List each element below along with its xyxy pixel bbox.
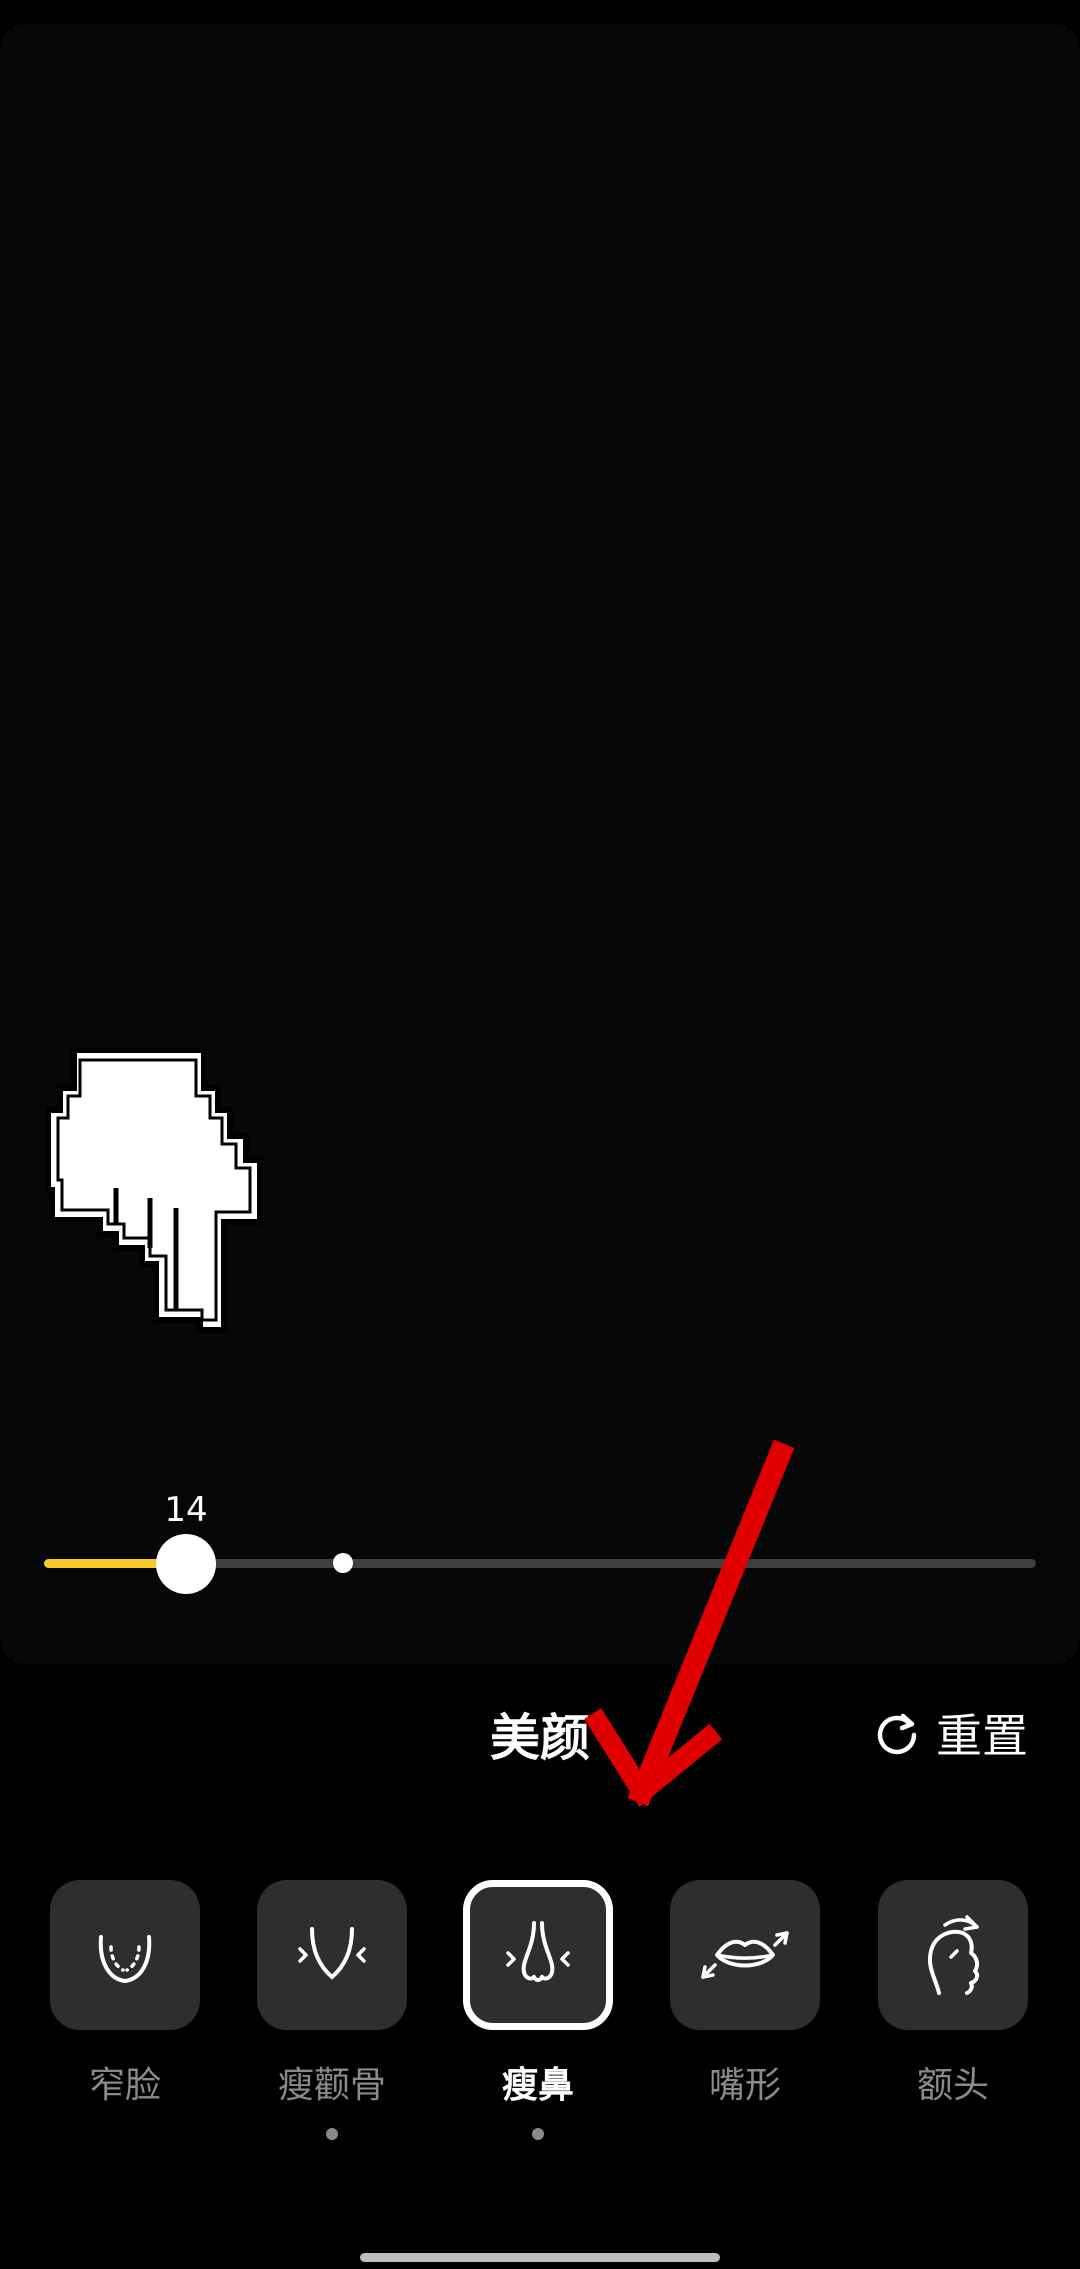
tool-mouth-shape[interactable]: 嘴形 xyxy=(670,1880,820,2108)
nose-icon xyxy=(506,1921,570,1982)
tool-label: 额头 xyxy=(916,2065,989,2106)
tool-box[interactable] xyxy=(670,1880,820,2030)
tool-label: 瘦颧骨 xyxy=(277,2065,386,2106)
tool-label: 窄脸 xyxy=(88,2065,161,2106)
refresh-icon xyxy=(877,1713,917,1755)
slider-thumb[interactable] xyxy=(156,1534,216,1594)
photo-preview[interactable] xyxy=(0,24,1080,1664)
narrow-face-icon xyxy=(98,1935,152,1984)
tool-box[interactable] xyxy=(878,1880,1028,2030)
tool-cheekbone[interactable]: 瘦颧骨 xyxy=(257,1880,407,2140)
tool-label: 瘦鼻 xyxy=(501,2065,574,2106)
home-indicator[interactable] xyxy=(360,2253,720,2262)
tool-box[interactable] xyxy=(257,1880,407,2030)
tool-slim-nose[interactable]: 瘦鼻 xyxy=(463,1880,613,2140)
modified-indicator-dot xyxy=(326,2128,338,2140)
lips-icon xyxy=(701,1931,789,1979)
tool-label: 嘴形 xyxy=(708,2065,781,2106)
forehead-icon xyxy=(928,1915,980,1995)
reset-label: 重置 xyxy=(936,1709,1028,1763)
tool-narrow-face[interactable]: 窄脸 xyxy=(50,1880,200,2108)
tool-box-selected[interactable] xyxy=(463,1880,613,2030)
modified-indicator-dot xyxy=(532,2128,544,2140)
slider-value-label: 14 xyxy=(164,1490,208,1530)
slider-default-marker xyxy=(333,1553,353,1573)
cheekbone-icon xyxy=(298,1927,366,1980)
reset-button[interactable]: 重置 xyxy=(874,1700,1028,1766)
tool-forehead[interactable]: 额头 xyxy=(878,1880,1028,2108)
tool-box[interactable] xyxy=(50,1880,200,2030)
